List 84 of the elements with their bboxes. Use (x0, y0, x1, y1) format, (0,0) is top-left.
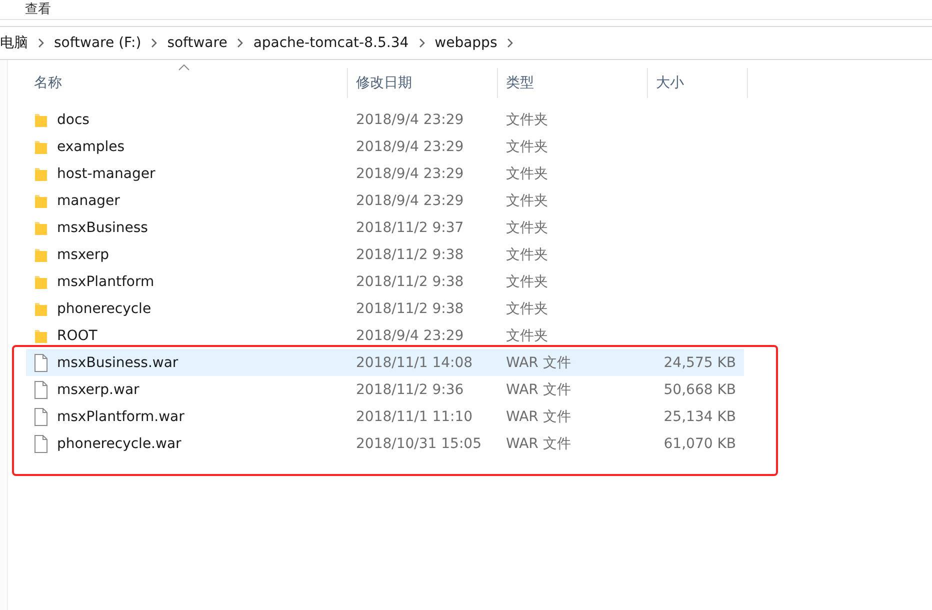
chevron-icon (151, 38, 158, 48)
modified-date: 2018/9/4 23:29 (355, 138, 465, 154)
modified-date: 2018/11/2 9:38 (355, 300, 465, 316)
file-size: 24,575 KB (662, 354, 737, 370)
file-icon (34, 408, 48, 426)
file-name: msxerp (57, 246, 110, 262)
modified-date: 2018/11/1 14:08 (355, 354, 474, 370)
chevron-icon (237, 38, 244, 48)
folder-icon (34, 220, 48, 236)
file-type: 文件夹 (505, 246, 549, 264)
file-row[interactable]: manager 2018/9/4 23:29 文件夹 (26, 187, 744, 214)
file-row[interactable]: examples 2018/9/4 23:29 文件夹 (26, 133, 744, 160)
file-name: phonerecycle.war (57, 436, 182, 452)
modified-date: 2018/11/2 9:37 (355, 220, 465, 236)
file-type: 文件夹 (505, 138, 549, 156)
breadcrumb[interactable]: software (167, 35, 228, 51)
modified-date: 2018/9/4 23:29 (355, 328, 465, 344)
modified-date: 2018/9/4 23:29 (355, 192, 465, 208)
file-name: examples (57, 138, 125, 154)
file-row[interactable]: msxerp.war 2018/11/2 9:36 WAR 文件 50,668 KB (26, 376, 744, 403)
file-row[interactable]: docs 2018/9/4 23:29 文件夹 (26, 106, 744, 133)
ribbon-tab[interactable]: 查看 (25, 2, 51, 18)
file-icon (34, 354, 48, 372)
column-header[interactable]: 修改日期 (356, 74, 412, 92)
column-header[interactable]: 名称 (34, 74, 62, 92)
file-name: msxPlantform (57, 274, 154, 290)
file-row[interactable]: host-manager 2018/9/4 23:29 文件夹 (26, 160, 744, 187)
folder-icon (34, 112, 48, 128)
file-type: WAR 文件 (505, 408, 572, 426)
folder-icon (34, 246, 48, 262)
file-name: host-manager (57, 166, 156, 182)
file-type: 文件夹 (505, 164, 549, 182)
file-type: WAR 文件 (505, 380, 572, 398)
column-header[interactable]: 类型 (506, 74, 534, 92)
file-name: phonerecycle (57, 300, 152, 316)
file-type: WAR 文件 (505, 434, 572, 452)
file-row[interactable]: msxPlantform 2018/11/2 9:38 文件夹 (26, 268, 744, 295)
breadcrumb[interactable]: webapps (434, 35, 498, 51)
modified-date: 2018/9/4 23:29 (355, 112, 465, 128)
file-row[interactable]: msxBusiness.war 2018/11/1 14:08 WAR 文件 24,575 KB (26, 349, 744, 376)
file-row[interactable]: phonerecycle.war 2018/10/31 15:05 WAR 文件 61,070 KB (26, 430, 744, 457)
modified-date: 2018/11/2 9:36 (355, 382, 465, 398)
file-type: 文件夹 (505, 192, 549, 210)
modified-date: 2018/11/2 9:38 (355, 246, 465, 262)
folder-icon (34, 192, 48, 208)
file-size: 25,134 KB (662, 408, 737, 424)
file-type: WAR 文件 (505, 354, 572, 372)
file-name: msxBusiness.war (57, 354, 178, 370)
folder-icon (34, 274, 48, 290)
file-type: 文件夹 (505, 272, 549, 290)
chevron-icon (507, 38, 514, 48)
file-row[interactable]: msxPlantform.war 2018/11/1 11:10 WAR 文件 25,134 KB (26, 403, 744, 430)
modified-date: 2018/10/31 15:05 (355, 436, 482, 452)
file-icon (34, 380, 48, 398)
modified-date: 2018/11/2 9:38 (355, 274, 465, 290)
breadcrumb[interactable]: 电脑 (0, 34, 28, 52)
folder-icon (34, 300, 48, 316)
file-row[interactable]: msxerp 2018/11/2 9:38 文件夹 (26, 241, 744, 268)
file-name: docs (57, 112, 90, 128)
file-row[interactable]: msxBusiness 2018/11/2 9:37 文件夹 (26, 214, 744, 241)
folder-icon (34, 166, 48, 182)
file-name: msxerp.war (57, 382, 140, 398)
modified-date: 2018/11/1 11:10 (355, 408, 474, 424)
file-name: ROOT (57, 328, 98, 344)
folder-icon (34, 328, 48, 344)
chevron-icon (38, 38, 44, 48)
file-type: 文件夹 (505, 300, 549, 318)
column-header[interactable]: 大小 (656, 74, 684, 92)
file-type: 文件夹 (505, 110, 549, 128)
file-size: 61,070 KB (662, 436, 737, 452)
file-icon (34, 434, 48, 452)
modified-date: 2018/9/4 23:29 (355, 166, 465, 182)
file-name: msxPlantform.war (57, 408, 184, 424)
breadcrumb[interactable]: software (F:) (54, 35, 142, 51)
file-row[interactable]: phonerecycle 2018/11/2 9:38 文件夹 (26, 295, 744, 322)
file-type: 文件夹 (505, 326, 549, 344)
breadcrumb[interactable]: apache-tomcat-8.5.34 (253, 35, 409, 51)
file-size: 50,668 KB (662, 382, 737, 398)
folder-icon (34, 138, 48, 154)
chevron-icon (418, 38, 425, 48)
file-name: msxBusiness (57, 220, 148, 236)
file-row[interactable]: ROOT 2018/9/4 23:29 文件夹 (26, 322, 744, 349)
file-type: 文件夹 (505, 218, 549, 236)
file-name: manager (57, 192, 120, 208)
